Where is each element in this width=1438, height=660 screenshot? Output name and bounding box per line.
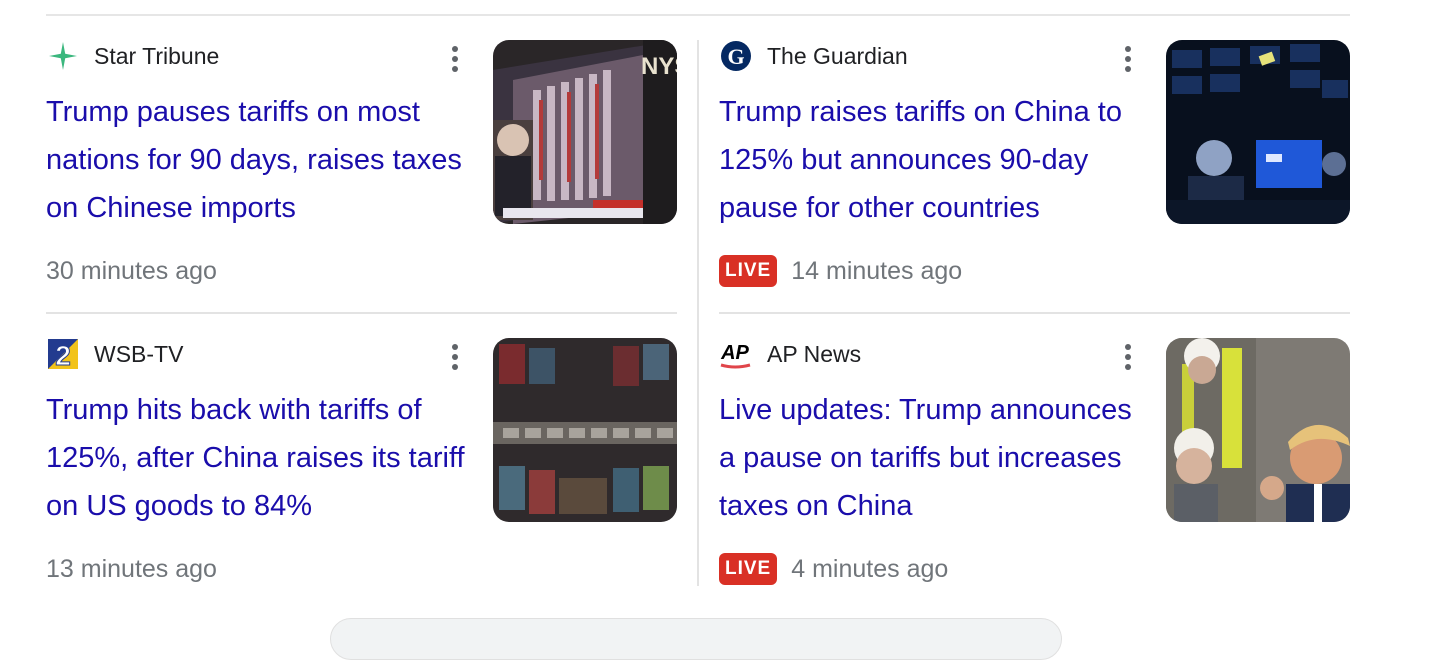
- news-source[interactable]: G The Guardian: [719, 40, 908, 72]
- column-divider: [697, 40, 699, 586]
- story-meta: LIVE 4 minutes ago: [719, 552, 948, 586]
- timestamp: 4 minutes ago: [791, 554, 949, 583]
- svg-text:2: 2: [55, 340, 71, 370]
- source-name: Star Tribune: [94, 42, 220, 69]
- row-divider-left: [46, 312, 677, 314]
- story-headline[interactable]: Trump pauses tariffs on most nations for…: [46, 88, 466, 232]
- svg-text:G: G: [727, 44, 744, 69]
- live-badge: LIVE: [719, 255, 778, 287]
- source-name: The Guardian: [767, 42, 908, 69]
- story-meta: 30 minutes ago: [46, 254, 217, 288]
- news-card-star-tribune[interactable]: Star Tribune Trump pauses tariffs on mos…: [46, 40, 677, 300]
- timestamp: 13 minutes ago: [46, 554, 217, 583]
- row-divider-right: [719, 312, 1350, 314]
- live-badge: LIVE: [719, 553, 778, 585]
- story-thumbnail[interactable]: [1166, 338, 1350, 522]
- story-headline[interactable]: Live updates: Trump announces a pause on…: [719, 386, 1139, 530]
- svg-text:AP: AP: [720, 342, 749, 364]
- story-thumbnail[interactable]: [493, 338, 677, 522]
- more-news-button[interactable]: [330, 618, 1062, 660]
- source-name: WSB-TV: [94, 340, 184, 367]
- news-card-wsb-tv[interactable]: 2 WSB-TV Trump hits back with tariffs of…: [46, 338, 677, 598]
- timestamp: 30 minutes ago: [46, 256, 217, 285]
- news-card-ap-news[interactable]: AP AP News Live updates: Trump announces…: [719, 338, 1350, 598]
- timestamp: 14 minutes ago: [791, 256, 963, 285]
- story-meta: LIVE 14 minutes ago: [719, 254, 962, 288]
- story-meta: 13 minutes ago: [46, 552, 217, 586]
- story-headline[interactable]: Trump raises tariffs on China to 125% bu…: [719, 88, 1139, 232]
- wsb-tv-logo-icon: 2: [46, 337, 80, 371]
- more-options-icon[interactable]: [1117, 342, 1139, 372]
- story-thumbnail[interactable]: NYS: [493, 40, 677, 224]
- guardian-logo-icon: G: [719, 39, 753, 73]
- more-options-icon[interactable]: [444, 342, 466, 372]
- svg-text:NYS: NYS: [641, 53, 677, 80]
- more-options-icon[interactable]: [444, 44, 466, 74]
- top-divider: [46, 14, 1350, 16]
- news-source[interactable]: AP AP News: [719, 338, 861, 370]
- source-name: AP News: [767, 340, 862, 367]
- story-headline[interactable]: Trump hits back with tariffs of 125%, af…: [46, 386, 466, 530]
- more-options-icon[interactable]: [1117, 44, 1139, 74]
- star-tribune-logo-icon: [46, 39, 80, 73]
- ap-logo-icon: AP: [719, 337, 753, 371]
- news-source[interactable]: Star Tribune: [46, 40, 219, 72]
- news-card-the-guardian[interactable]: G The Guardian Trump raises tariffs on C…: [719, 40, 1350, 300]
- news-source[interactable]: 2 WSB-TV: [46, 338, 183, 370]
- story-thumbnail[interactable]: [1166, 40, 1350, 224]
